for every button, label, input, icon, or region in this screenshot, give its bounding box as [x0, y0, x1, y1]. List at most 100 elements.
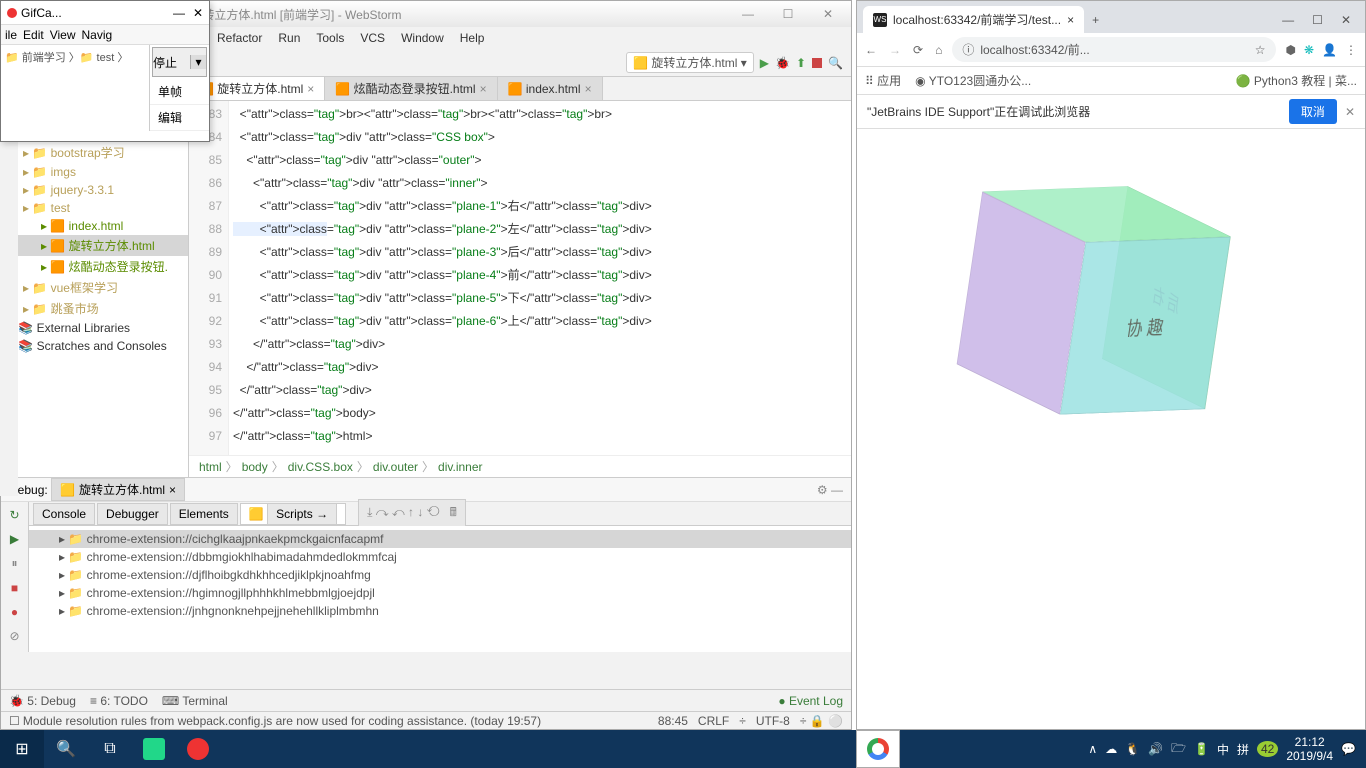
scripts-list[interactable]: ▸ 📁 chrome-extension://cichglkaajpnkaekp…	[29, 526, 851, 652]
event-log[interactable]: ● Event Log	[778, 694, 843, 708]
clock[interactable]: 21:12 2019/9/4	[1286, 735, 1333, 763]
info-icon[interactable]: ⓘ	[962, 41, 974, 58]
tree-node[interactable]: ▸ 📁 jquery-3.3.1	[1, 181, 188, 199]
todo-tw[interactable]: ≡ 6: TODO	[90, 694, 148, 708]
gifcam-titlebar[interactable]: GifCa... —✕	[1, 1, 209, 25]
debug-icon[interactable]: 🐞	[775, 56, 790, 70]
terminal-tw[interactable]: ⌨ Terminal	[162, 694, 228, 708]
line-sep[interactable]: CRLF	[698, 714, 729, 728]
mute-bp-icon[interactable]: ⊘	[9, 629, 19, 643]
rerun-icon[interactable]: ↻	[9, 508, 19, 522]
run-icon[interactable]: ▶	[760, 56, 769, 70]
debug-session-tab[interactable]: 🟨 旋转立方体.html ×	[51, 478, 185, 501]
menu-tools[interactable]: Tools	[310, 29, 350, 47]
tool-window-bar: 🐞 5: Debug ≡ 6: TODO ⌨ Terminal ● Event …	[1, 689, 851, 711]
editor-tab[interactable]: 🟧 index.html ×	[498, 77, 603, 100]
step-icons[interactable]: ⤓ ↷ ↶ ↑ ↓ ⟲ 🖩	[358, 499, 466, 528]
tray-up-icon[interactable]: ∧	[1088, 742, 1097, 756]
search-icon[interactable]: 🔍	[828, 56, 843, 70]
debugger-tab[interactable]: Debugger	[97, 503, 168, 525]
back-icon[interactable]: ←	[865, 43, 877, 57]
menu-icon[interactable]: ⋮	[1345, 43, 1357, 57]
close-icon[interactable]: ✕	[813, 7, 843, 21]
menu-run[interactable]: Run	[272, 29, 306, 47]
tree-node[interactable]: ▸ 📚 External Libraries	[1, 319, 188, 337]
debug-panel: Debug: 🟨 旋转立方体.html × ⚙ — ↻ ▶ ⏸ ■ ● ⊘ Co…	[1, 477, 851, 652]
tree-node[interactable]: ▸ 📁 test	[1, 199, 188, 217]
debug-settings-icon[interactable]: ⚙ —	[817, 483, 843, 497]
stop-button[interactable]: 停止 ▾	[152, 47, 207, 77]
pause-icon[interactable]: ⏸	[11, 556, 17, 571]
resume-icon[interactable]: ▶	[10, 532, 19, 546]
webstorm-taskbar[interactable]	[132, 730, 176, 768]
single-frame-button[interactable]: 单帧	[150, 79, 209, 105]
minimize-icon[interactable]: —	[733, 7, 763, 21]
maximize-icon[interactable]: ☐	[773, 7, 803, 21]
menu-refactor[interactable]: Refactor	[211, 29, 268, 47]
ch-min-icon[interactable]: —	[1282, 13, 1294, 27]
search-button[interactable]: 🔍	[44, 730, 88, 768]
apps-icon[interactable]: ⠿ 应用	[865, 72, 901, 89]
tab-close-icon[interactable]: ×	[1067, 13, 1074, 27]
script-item[interactable]: ▸ 📁 chrome-extension://dbbmgiokhlhabimad…	[29, 548, 851, 566]
tree-node[interactable]: ▸ 🟧 index.html	[1, 217, 188, 235]
tree-node[interactable]: ▸ 📚 Scratches and Consoles	[1, 337, 188, 355]
start-button[interactable]: ⊞	[0, 730, 44, 768]
chrome-taskbar[interactable]	[856, 730, 900, 768]
stop-icon[interactable]	[812, 58, 822, 68]
avatar-icon[interactable]: 👤	[1322, 43, 1337, 57]
url-field[interactable]: ⓘ localhost:63342/前... ☆	[952, 37, 1275, 62]
elements-tab[interactable]: Elements	[170, 503, 238, 525]
tree-node[interactable]: ▸ 🟧 炫酷动态登录按钮.	[1, 256, 188, 277]
script-item[interactable]: ▸ 📁 chrome-extension://jnhgnonknehpejjne…	[29, 602, 851, 620]
menu-window[interactable]: Window	[395, 29, 450, 47]
infobar-close-icon[interactable]: ✕	[1345, 105, 1355, 119]
forward-icon[interactable]: →	[889, 43, 901, 57]
gifcam-window[interactable]: GifCa... —✕ ile Edit View Navig 📁 前端学习 〉…	[0, 0, 210, 142]
cancel-button[interactable]: 取消	[1289, 99, 1337, 124]
bm-yto[interactable]: ◉ YTO123圆通办公...	[915, 72, 1031, 89]
tree-node[interactable]: ▸ 📁 跳蚤市场	[1, 298, 188, 319]
ext1-icon[interactable]: ⬢	[1286, 43, 1296, 57]
debug-tw[interactable]: 🐞 5: Debug	[9, 694, 76, 708]
gc-close-icon[interactable]: ✕	[193, 6, 203, 20]
star-icon[interactable]: ☆	[1255, 43, 1266, 57]
edit-button[interactable]: 编辑	[150, 105, 209, 131]
tree-node[interactable]: ▸ 📁 imgs	[1, 163, 188, 181]
ext2-icon[interactable]: ❋	[1304, 43, 1314, 57]
editor-tab[interactable]: 🟧 炫酷动态登录按钮.html ×	[325, 77, 497, 100]
chrome-tabstrip[interactable]: WS localhost:63342/前端学习/test... × + — ☐ …	[857, 1, 1365, 33]
ch-max-icon[interactable]: ☐	[1312, 13, 1323, 27]
script-item[interactable]: ▸ 📁 chrome-extension://hgimnogjllphhhkhl…	[29, 584, 851, 602]
notifications-icon[interactable]: 💬	[1341, 742, 1356, 756]
chevron-down-icon[interactable]: ▾	[190, 55, 206, 69]
bm-py[interactable]: 🟢 Python3 教程 | 菜...	[1236, 72, 1357, 89]
stop-debug-icon[interactable]: ■	[11, 581, 18, 595]
editor-breadcrumb[interactable]: html〉body〉div.CSS.box〉div.outer〉div.inne…	[189, 455, 851, 477]
breakpoints-icon[interactable]: ●	[11, 605, 18, 619]
encoding[interactable]: UTF-8	[756, 714, 790, 728]
menu-help[interactable]: Help	[454, 29, 491, 47]
gifcam-icon	[7, 8, 17, 18]
browser-tab[interactable]: WS localhost:63342/前端学习/test... ×	[863, 6, 1084, 33]
tree-node[interactable]: ▸ 📁 vue框架学习	[1, 277, 188, 298]
tree-node[interactable]: ▸ 📁 bootstrap学习	[1, 142, 188, 163]
console-tab[interactable]: Console	[33, 503, 95, 525]
run-config-select[interactable]: 🟨 旋转立方体.html ▾	[626, 52, 754, 73]
script-item[interactable]: ▸ 📁 chrome-extension://cichglkaajpnkaekp…	[29, 530, 851, 548]
code-content[interactable]: <"attr">class="tag">br><"attr">class="ta…	[229, 101, 851, 455]
scripts-tab[interactable]: 🟨 Scripts →	[240, 503, 346, 525]
home-icon[interactable]: ⌂	[935, 43, 942, 57]
tree-node[interactable]: ▸ 🟧 旋转立方体.html	[1, 235, 188, 256]
gifcam-taskbar[interactable]	[176, 730, 220, 768]
new-tab-icon[interactable]: +	[1084, 13, 1107, 33]
coverage-icon[interactable]: ⬆	[796, 56, 806, 70]
reload-icon[interactable]: ⟳	[913, 43, 923, 57]
script-item[interactable]: ▸ 📁 chrome-extension://djflhoibgkdhkhhce…	[29, 566, 851, 584]
task-view-button[interactable]: ⧉	[88, 730, 132, 768]
system-tray[interactable]: ∧ ☁ 🐧 🔊 🗁 🔋 中 拼 42 21:12 2019/9/4 💬	[1088, 735, 1366, 763]
ch-close-icon[interactable]: ✕	[1341, 13, 1351, 27]
gc-min-icon[interactable]: —	[173, 6, 185, 20]
menu-vcs[interactable]: VCS	[354, 29, 391, 47]
project-tree[interactable]: ▸ 📁 前端学习 C:\Us▸ 📁 bootstrap-▸ 📁 bootstra…	[1, 101, 188, 477]
